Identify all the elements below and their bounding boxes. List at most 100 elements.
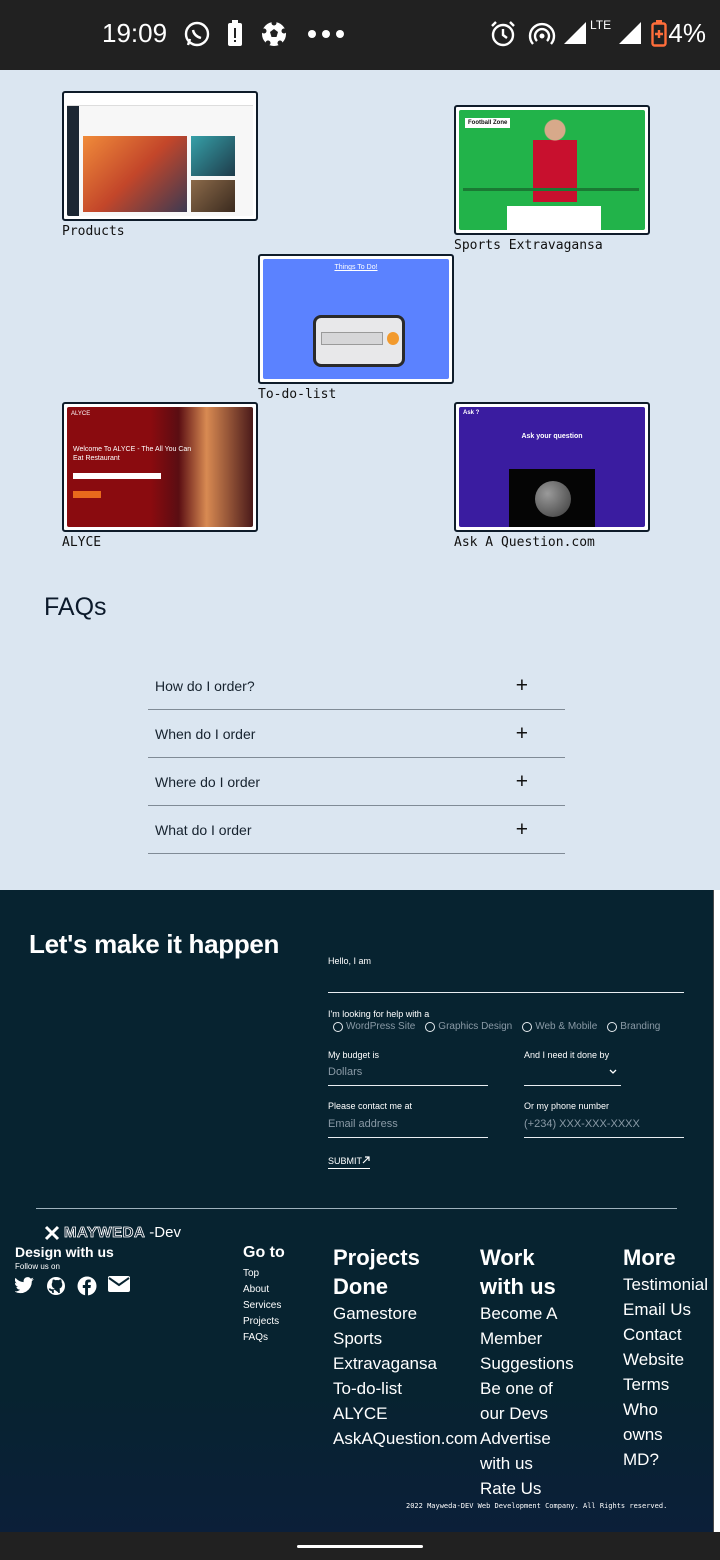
battery-low-icon [651,20,667,47]
work-link[interactable]: Advertise [480,1426,574,1451]
more-link[interactable]: Contact [623,1322,713,1347]
signal-icon-2 [619,22,641,44]
projects-link[interactable]: Gamestore [333,1301,478,1326]
work-link[interactable]: Suggestions [480,1351,574,1376]
plus-icon[interactable]: + [516,770,528,794]
work-title-line2: with us [480,1274,556,1299]
goto-link-projects[interactable]: Projects [243,1314,285,1330]
name-input[interactable] [328,992,684,993]
faq-item[interactable]: How do I order? + [148,662,565,710]
more-link[interactable]: Website [623,1347,713,1372]
project-label[interactable]: To-do-list [258,387,454,402]
faq-item[interactable]: Where do I order + [148,758,565,806]
plus-icon[interactable]: + [516,722,528,746]
projects-link[interactable]: Extravagansa [333,1351,478,1376]
email-underline [328,1137,488,1138]
footer-logo[interactable]: MAYWEDA -Dev [44,1224,181,1241]
more-column: More Testimonial Email Us Contact Websit… [623,1243,713,1472]
radio-circle-icon[interactable] [333,1021,343,1032]
twitter-icon[interactable] [15,1276,35,1294]
radio-circle-icon[interactable] [607,1021,618,1032]
deadline-select[interactable] [524,1085,621,1086]
radio-circle-icon[interactable] [425,1021,436,1032]
faq-question[interactable]: How do I order? [155,678,255,694]
phone-input[interactable]: (+234) XXX-XXX-XXXX [524,1118,640,1130]
work-link[interactable]: Rate Us [480,1476,574,1501]
project-card-ask[interactable]: Ask ? Ask your question Ask A Question.c… [454,402,650,550]
work-link[interactable]: with us [480,1451,574,1476]
more-link[interactable]: Email Us [623,1297,713,1322]
project-label[interactable]: Sports Extravagansa [454,238,650,253]
faq-question[interactable]: When do I order [155,726,255,742]
option-branding[interactable]: Branding [607,1021,660,1032]
faq-question[interactable]: What do I order [155,822,252,838]
phone-label: Or my phone number [524,1101,610,1111]
projects-link[interactable]: To-do-list [333,1376,478,1401]
work-link[interactable]: Member [480,1326,574,1351]
more-link[interactable]: MD? [623,1447,713,1472]
work-link[interactable]: Become A [480,1301,574,1326]
hotspot-icon [528,22,556,45]
work-link[interactable]: our Devs [480,1401,574,1426]
deadline-label: And I need it done by [524,1050,610,1060]
more-link[interactable]: Terms [623,1372,713,1397]
projects-link[interactable]: AskAQuestion.com [333,1426,478,1451]
arrow-up-right-icon [362,1156,370,1164]
more-link[interactable]: Testimonial [623,1272,713,1297]
home-gesture-handle[interactable] [297,1545,423,1548]
alyce-brand: ALYCE [71,411,91,417]
project-label[interactable]: Products [62,224,258,239]
project-card-sports[interactable]: Football Zone Sports Extravagansa [454,105,650,253]
alyce-heading: Welcome To ALYCE - The All You Can Eat R… [73,446,192,462]
plus-icon[interactable]: + [516,674,528,698]
project-card-alyce[interactable]: ALYCE Welcome To ALYCE - The All You Can… [62,402,258,550]
project-card-todo[interactable]: Things To Do! To-do-list [258,254,454,402]
goto-link-about[interactable]: About [243,1282,285,1298]
project-label[interactable]: Ask A Question.com [454,535,650,550]
goto-link-faqs[interactable]: FAQs [243,1330,285,1346]
todo-title: Things To Do! [334,264,378,271]
goto-link-top[interactable]: Top [243,1266,285,1282]
more-link[interactable]: Who [623,1397,713,1422]
copyright-text: 2022 Mayweda-DEV Web Development Company… [406,1502,668,1510]
option-label: WordPress Site [346,1021,416,1032]
more-notifications-icon [308,30,344,38]
github-icon[interactable] [46,1276,66,1296]
project-thumbnail[interactable]: ALYCE Welcome To ALYCE - The All You Can… [62,402,258,532]
facebook-icon[interactable] [77,1276,97,1296]
logo-text: MAYWEDA [64,1224,146,1242]
option-wordpress[interactable]: WordPress Site [333,1021,415,1032]
more-link[interactable]: owns [623,1422,713,1447]
budget-input[interactable]: Dollars [328,1066,362,1078]
project-thumbnail[interactable] [62,91,258,221]
faq-question[interactable]: Where do I order [155,774,260,790]
projects-link[interactable]: ALYCE [333,1401,478,1426]
alarm-icon [491,21,515,47]
work-link[interactable]: Be one of [480,1376,574,1401]
project-thumbnail[interactable]: Things To Do! [258,254,454,384]
email-icon[interactable] [108,1276,130,1292]
radio-circle-icon[interactable] [522,1021,533,1032]
page-edge [713,890,720,1532]
project-card-products[interactable]: Products [62,91,258,239]
option-graphics[interactable]: Graphics Design [425,1021,512,1032]
service-options: WordPress Site Graphics Design Web & Mob… [333,1021,660,1032]
faq-item[interactable]: When do I order + [148,710,565,758]
option-web-mobile[interactable]: Web & Mobile [522,1021,597,1032]
goto-link-services[interactable]: Services [243,1298,285,1314]
battery-alert-icon [228,20,242,46]
chevron-down-icon[interactable] [608,1068,618,1076]
system-nav-bar [0,1532,720,1560]
faq-item[interactable]: What do I order + [148,806,565,854]
signal-icon [564,22,586,44]
project-label[interactable]: ALYCE [62,535,258,550]
project-thumbnail[interactable]: Football Zone [454,105,650,235]
projects-link[interactable]: Sports [333,1326,478,1351]
email-input[interactable]: Email address [328,1118,398,1130]
plus-icon[interactable]: + [516,818,528,842]
football-zone-title: Football Zone [465,118,511,128]
submit-button[interactable]: SUBMIT [328,1156,371,1169]
logo-suffix: -Dev [149,1224,181,1241]
football-icon [261,20,287,46]
project-thumbnail[interactable]: Ask ? Ask your question [454,402,650,532]
